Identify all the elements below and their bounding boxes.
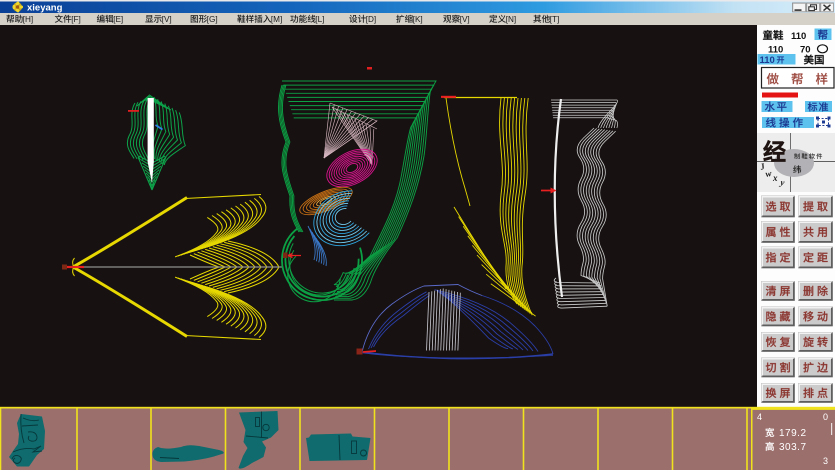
svg-text:110: 110 [760,55,775,66]
svg-text:70: 70 [800,45,811,56]
svg-text:xieyang: xieyang [27,3,63,14]
svg-text:[D]: [D] [366,15,376,24]
svg-text:110: 110 [791,31,806,42]
svg-text:[T]: [T] [550,15,560,24]
svg-text:[V]: [V] [460,15,470,24]
svg-text:[E]: [E] [113,15,123,24]
svg-text:[F]: [F] [71,15,81,24]
svg-text:179.2: 179.2 [779,428,807,439]
svg-text:[K]: [K] [413,15,423,24]
svg-text:[M]: [M] [271,15,282,24]
svg-text:[N]: [N] [506,15,516,24]
svg-text:4: 4 [757,412,762,422]
svg-text:x: x [772,173,778,183]
svg-text:[H]: [H] [23,15,33,24]
svg-text:[V]: [V] [162,15,172,24]
svg-text:[L]: [L] [315,15,324,24]
svg-text:3: 3 [823,456,828,466]
svg-text:0: 0 [823,412,828,422]
svg-text:[G]: [G] [207,15,218,24]
svg-text:303.7: 303.7 [779,442,807,453]
